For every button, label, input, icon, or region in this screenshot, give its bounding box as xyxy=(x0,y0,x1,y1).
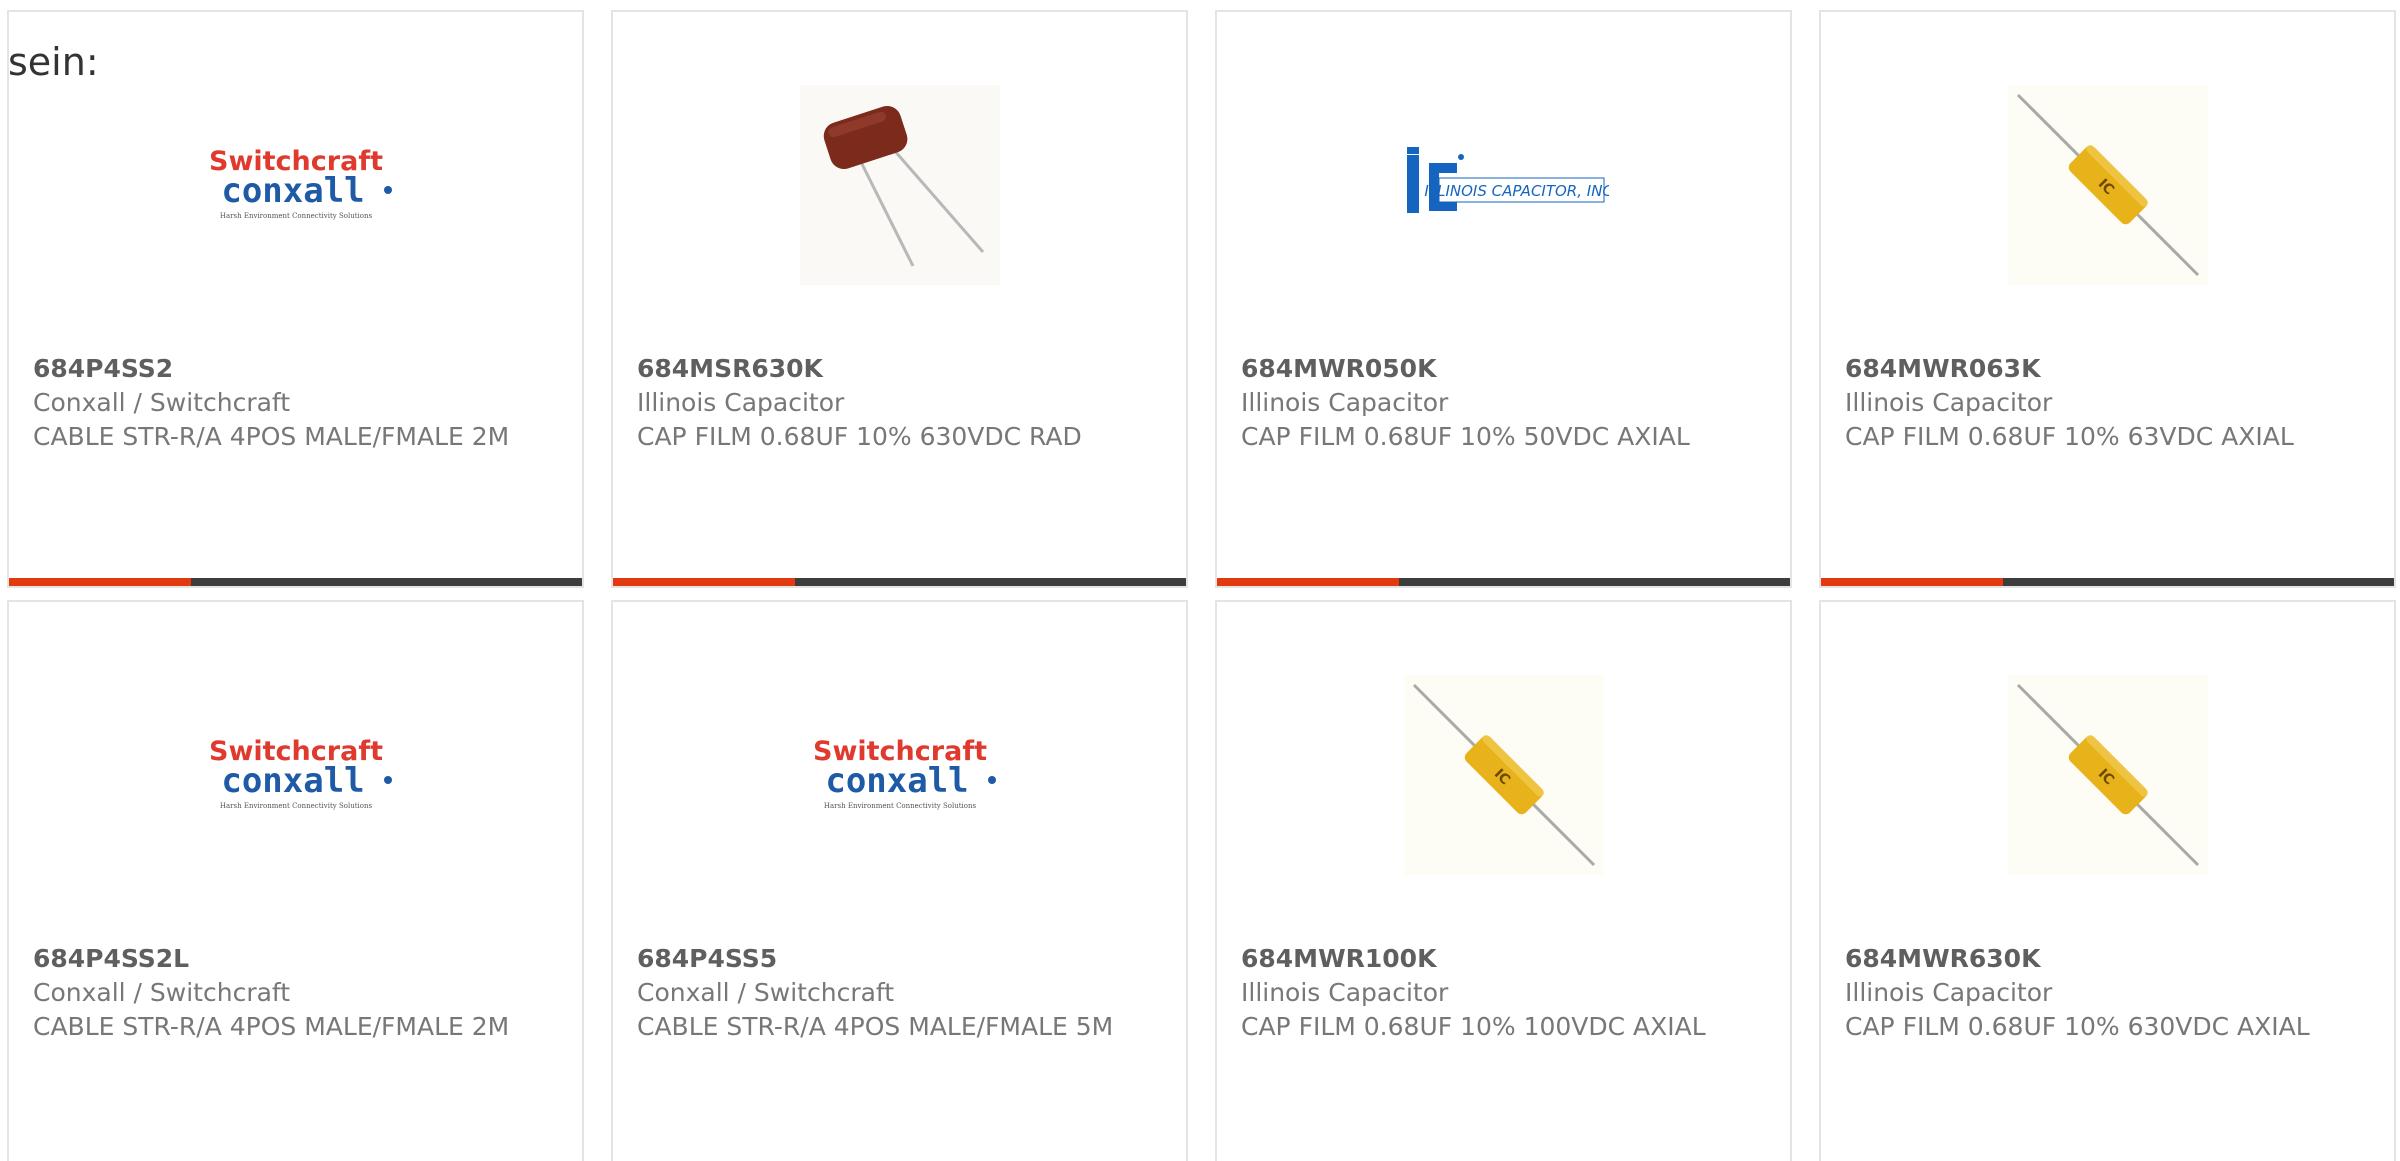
product-description: CAP FILM 0.68UF 10% 63VDC AXIAL xyxy=(1845,422,2294,451)
product-card[interactable]: ILLINOIS CAPACITOR, INC. 684MWR050K Illi… xyxy=(1215,10,1792,588)
illinois-capacitor-logo-icon: ILLINOIS CAPACITOR, INC. xyxy=(1406,147,1609,213)
product-card[interactable]: 684MSR630K Illinois Capacitor CAP FILM 0… xyxy=(611,10,1188,588)
product-card[interactable]: IC 684MWR630K Illinois Capacitor CAP FIL… xyxy=(1819,600,2396,1161)
product-description: CAP FILM 0.68UF 10% 630VDC AXIAL xyxy=(1845,1012,2310,1041)
manufacturer-name: Illinois Capacitor xyxy=(637,388,845,417)
svg-text:Harsh Environment Connectivity: Harsh Environment Connectivity Solutions xyxy=(219,802,372,810)
product-card[interactable]: IC 684MWR063K Illinois Capacitor CAP FIL… xyxy=(1819,10,2396,588)
part-number-link[interactable]: 684MWR630K xyxy=(1845,942,2374,976)
svg-text:conxall: conxall xyxy=(221,171,364,211)
manufacturer-name: Illinois Capacitor xyxy=(1241,978,1449,1007)
card-bottom-bar xyxy=(9,578,582,586)
product-image: Switchcraft conxall Harsh Environment Co… xyxy=(9,80,582,290)
intro-text: sein: xyxy=(8,40,99,84)
switchcraft-conxall-logo-icon: Switchcraft conxall Harsh Environment Co… xyxy=(813,736,996,810)
radial-film-capacitor-icon xyxy=(799,85,1000,285)
product-image: IC xyxy=(1821,80,2394,290)
product-info: 684MWR630K Illinois Capacitor CAP FILM 0… xyxy=(1845,942,2374,1044)
manufacturer-name: Conxall / Switchcraft xyxy=(33,388,291,417)
manufacturer-name: Illinois Capacitor xyxy=(1845,388,2053,417)
product-grid-page: sein: Switchcraft conxall Harsh Environm… xyxy=(0,0,2400,1161)
product-info: 684MWR100K Illinois Capacitor CAP FILM 0… xyxy=(1241,942,1770,1044)
card-bottom-bar xyxy=(613,578,1186,586)
product-image: Switchcraft conxall Harsh Environment Co… xyxy=(613,670,1186,880)
product-card[interactable]: Switchcraft conxall Harsh Environment Co… xyxy=(7,600,584,1161)
product-description: CABLE STR-R/A 4POS MALE/FMALE 5M xyxy=(637,1012,1114,1041)
svg-text:ILLINOIS CAPACITOR, INC.: ILLINOIS CAPACITOR, INC. xyxy=(1424,182,1609,200)
axial-film-capacitor-icon: IC xyxy=(2007,85,2208,285)
svg-text:conxall: conxall xyxy=(825,761,968,801)
product-image: IC xyxy=(1217,670,1790,880)
product-description: CABLE STR-R/A 4POS MALE/FMALE 2M xyxy=(33,422,510,451)
product-info: 684MWR063K Illinois Capacitor CAP FILM 0… xyxy=(1845,352,2374,454)
product-card[interactable]: IC 684MWR100K Illinois Capacitor CAP FIL… xyxy=(1215,600,1792,1161)
card-bottom-bar xyxy=(1217,578,1790,586)
product-card[interactable]: Switchcraft conxall Harsh Environment Co… xyxy=(611,600,1188,1161)
card-accent-bar xyxy=(613,578,795,586)
product-description: CAP FILM 0.68UF 10% 100VDC AXIAL xyxy=(1241,1012,1706,1041)
part-number-link[interactable]: 684P4SS2L xyxy=(33,942,562,976)
product-description: CABLE STR-R/A 4POS MALE/FMALE 2M xyxy=(33,1012,510,1041)
card-accent-bar xyxy=(9,578,191,586)
card-accent-bar xyxy=(1217,578,1399,586)
part-number-link[interactable]: 684MWR100K xyxy=(1241,942,1770,976)
card-accent-bar xyxy=(1821,578,2003,586)
manufacturer-name: Conxall / Switchcraft xyxy=(33,978,291,1007)
manufacturer-name: Conxall / Switchcraft xyxy=(637,978,895,1007)
product-image: IC xyxy=(1821,670,2394,880)
product-info: 684P4SS5 Conxall / Switchcraft CABLE STR… xyxy=(637,942,1166,1044)
product-info: 684MSR630K Illinois Capacitor CAP FILM 0… xyxy=(637,352,1166,454)
svg-text:conxall: conxall xyxy=(221,761,364,801)
manufacturer-name: Illinois Capacitor xyxy=(1241,388,1449,417)
product-info: 684P4SS2L Conxall / Switchcraft CABLE ST… xyxy=(33,942,562,1044)
product-card[interactable]: Switchcraft conxall Harsh Environment Co… xyxy=(7,10,584,588)
product-image: ILLINOIS CAPACITOR, INC. xyxy=(1217,80,1790,290)
product-description: CAP FILM 0.68UF 10% 630VDC RAD xyxy=(637,422,1082,451)
part-number-link[interactable]: 684P4SS2 xyxy=(33,352,562,386)
product-image: Switchcraft conxall Harsh Environment Co… xyxy=(9,670,582,880)
switchcraft-conxall-logo-icon: Switchcraft conxall Harsh Environment Co… xyxy=(209,146,392,220)
axial-film-capacitor-icon: IC xyxy=(1403,675,1604,875)
svg-text:Harsh Environment Connectivity: Harsh Environment Connectivity Solutions xyxy=(219,212,372,220)
svg-text:Harsh Environment Connectivity: Harsh Environment Connectivity Solutions xyxy=(823,802,976,810)
part-number-link[interactable]: 684P4SS5 xyxy=(637,942,1166,976)
axial-film-capacitor-icon: IC xyxy=(2007,675,2208,875)
part-number-link[interactable]: 684MWR063K xyxy=(1845,352,2374,386)
product-image xyxy=(613,80,1186,290)
product-info: 684MWR050K Illinois Capacitor CAP FILM 0… xyxy=(1241,352,1770,454)
product-info: 684P4SS2 Conxall / Switchcraft CABLE STR… xyxy=(33,352,562,454)
switchcraft-conxall-logo-icon: Switchcraft conxall Harsh Environment Co… xyxy=(209,736,392,810)
part-number-link[interactable]: 684MWR050K xyxy=(1241,352,1770,386)
product-description: CAP FILM 0.68UF 10% 50VDC AXIAL xyxy=(1241,422,1690,451)
part-number-link[interactable]: 684MSR630K xyxy=(637,352,1166,386)
card-bottom-bar xyxy=(1821,578,2394,586)
manufacturer-name: Illinois Capacitor xyxy=(1845,978,2053,1007)
